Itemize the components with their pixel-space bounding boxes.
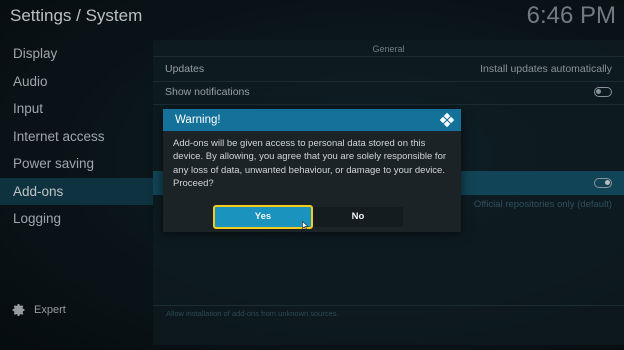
warning-dialog: Warning! Add-ons will be given access to… bbox=[163, 109, 461, 232]
mouse-cursor-icon bbox=[302, 221, 309, 230]
dialog-title: Warning! bbox=[175, 114, 221, 126]
kodi-logo-icon bbox=[439, 112, 455, 128]
dialog-header: Warning! bbox=[163, 109, 461, 131]
yes-button[interactable]: Yes bbox=[213, 205, 313, 229]
dialog-message: Add-ons will be given access to personal… bbox=[173, 138, 447, 189]
no-button[interactable]: No bbox=[313, 207, 403, 227]
